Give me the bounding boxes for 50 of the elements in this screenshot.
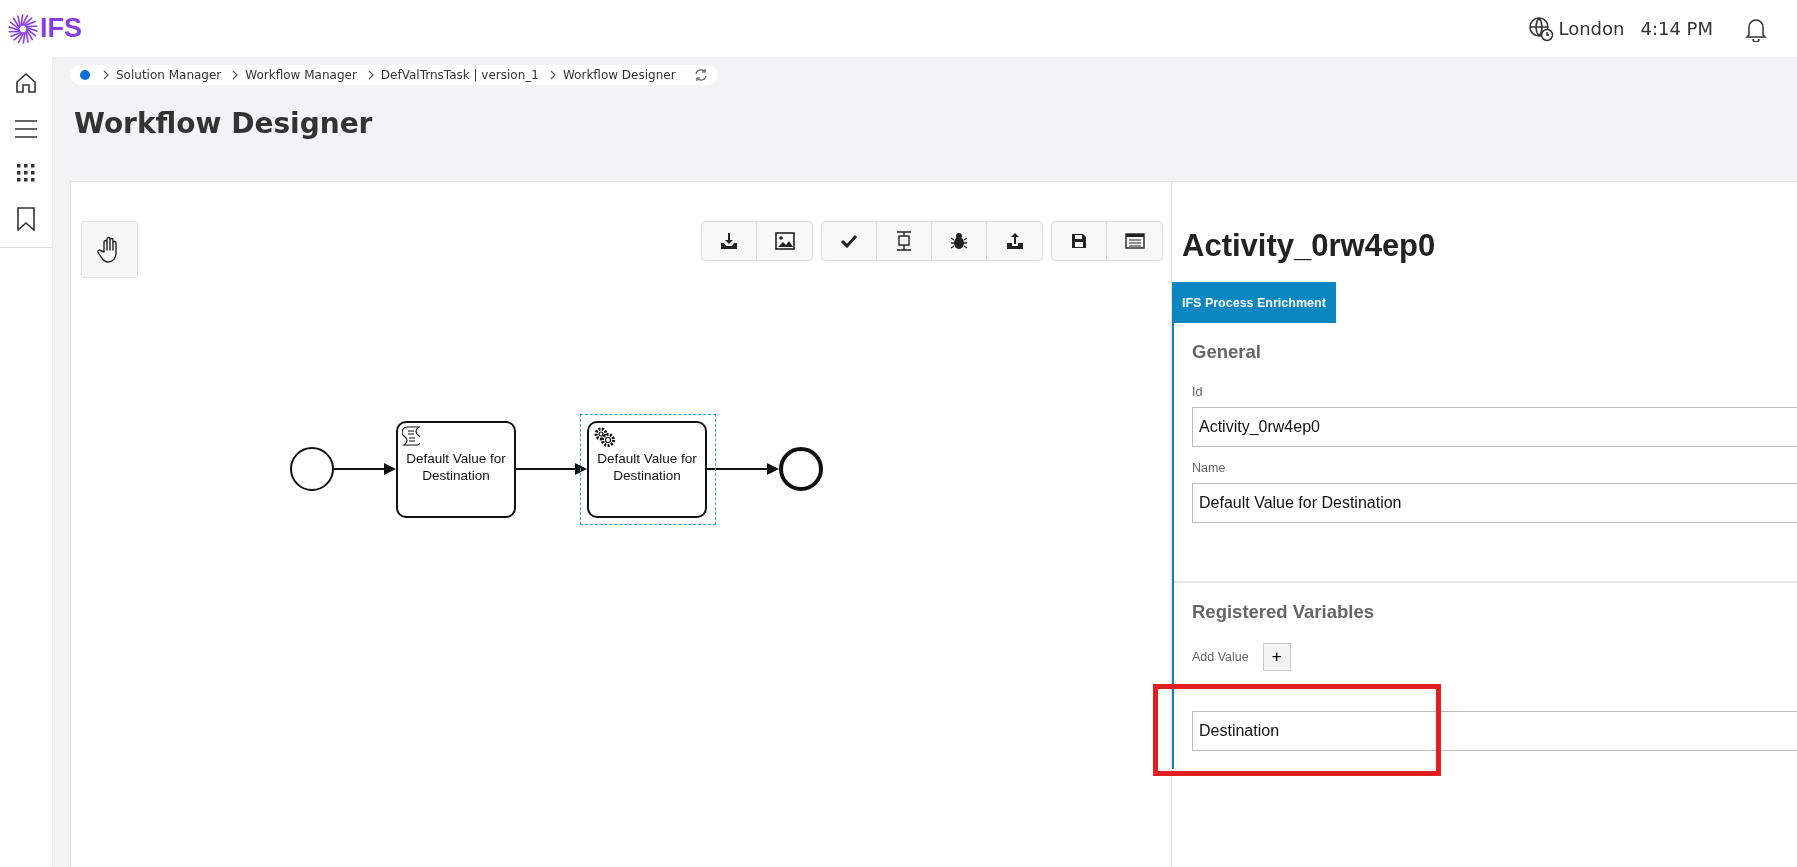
globe-clock-icon (1528, 15, 1555, 42)
upload-icon (1005, 232, 1024, 250)
task-label: Default Value for Destination (405, 450, 507, 484)
time-label: 4:14 PM (1640, 18, 1713, 39)
properties-tab[interactable]: IFS Process Enrichment (1172, 282, 1336, 323)
task-box[interactable]: Default Value for Destination (396, 421, 516, 518)
location-label[interactable]: London (1558, 18, 1625, 39)
add-value-button[interactable]: + (1262, 643, 1291, 671)
apps-grid-icon[interactable] (16, 163, 36, 183)
breadcrumb-link[interactable]: DefValTrnsTask | version_1 (380, 68, 539, 82)
breadcrumb-link[interactable]: Workflow Manager (245, 68, 357, 82)
image-icon (774, 232, 795, 250)
field-label: Name (1192, 461, 1227, 475)
breadcrumb-link[interactable]: Workflow Designer (562, 68, 676, 82)
refresh-icon[interactable] (693, 68, 708, 82)
end-event-circle (779, 447, 823, 491)
add-value-label: Add Value (1192, 650, 1249, 664)
chevron-icon (366, 70, 375, 80)
menu-icon[interactable] (14, 119, 38, 139)
logo-swirl-icon (8, 13, 38, 44)
script-icon (402, 426, 420, 446)
section-heading: Registered Variables (1192, 600, 1375, 624)
hand-tool-button[interactable] (81, 221, 138, 278)
section-heading: General (1192, 340, 1262, 364)
task-label: Default Value for Destination (596, 450, 698, 484)
logo-text: IFS (40, 13, 82, 44)
gears-icon (593, 426, 617, 448)
start-event-circle (290, 447, 334, 491)
bug-icon (950, 232, 968, 250)
sequence-flow-arrow (332, 463, 396, 475)
checkmark-icon (840, 234, 858, 248)
bookmark-icon[interactable] (16, 207, 36, 231)
home-icon[interactable] (14, 71, 38, 95)
download-icon (720, 232, 738, 250)
flow-layout-icon (896, 231, 912, 251)
task-box[interactable]: Default Value for Destination (587, 421, 707, 518)
sequence-flow-arrow (515, 463, 587, 475)
breadcrumb-link[interactable]: Solution Manager (116, 68, 222, 82)
page-title: Workflow Designer (74, 107, 374, 140)
field-label: Id (1192, 385, 1204, 399)
save-icon (1071, 233, 1087, 249)
element-id-title: Activity_0rw4ep0 (1182, 228, 1437, 264)
panel-list-icon (1124, 233, 1145, 249)
chevron-icon (102, 70, 110, 80)
variable-input-field[interactable]: Destination (1192, 711, 1797, 751)
chevron-icon (231, 70, 240, 80)
text-input-field[interactable]: Default Value for Destination (1192, 483, 1797, 523)
status-dot-icon (80, 70, 90, 80)
text-input-field[interactable]: Activity_0rw4ep0 (1192, 407, 1797, 447)
chevron-icon (548, 70, 557, 80)
